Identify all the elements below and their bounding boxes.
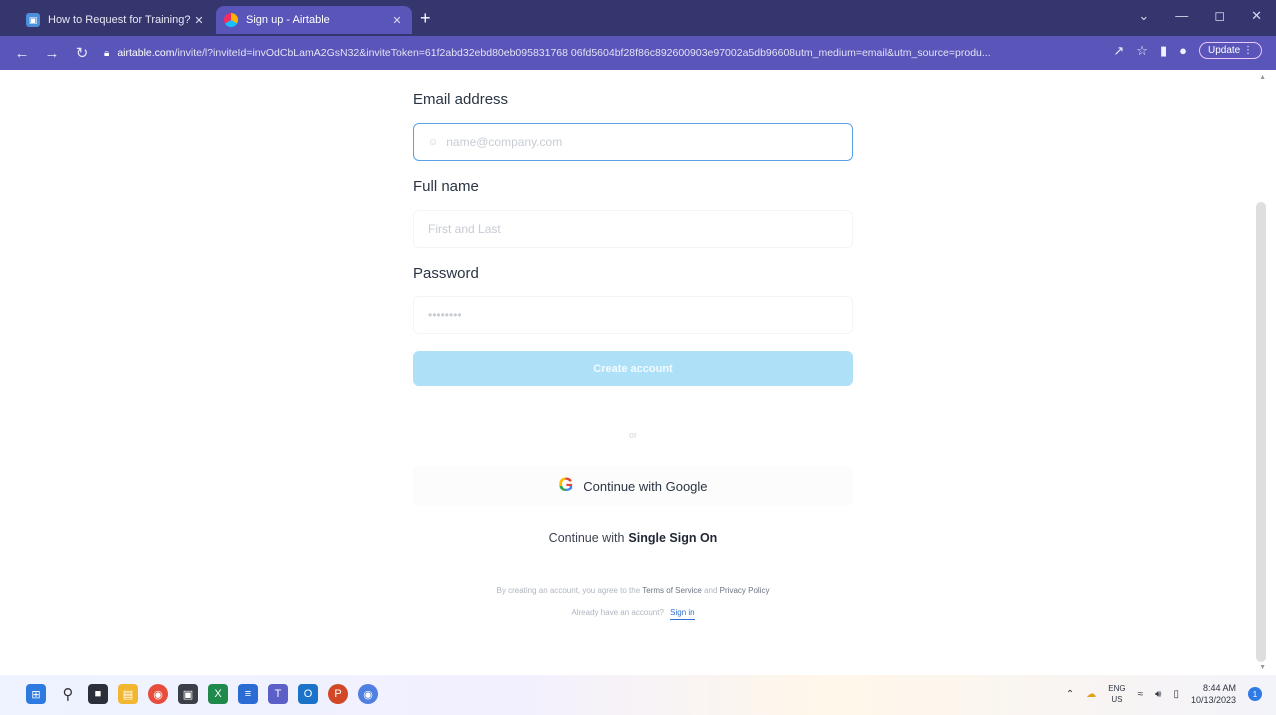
terms-of-service-link[interactable]: Terms of Service [642, 586, 702, 595]
close-icon[interactable]: ✕ [192, 14, 206, 27]
scroll-up-icon[interactable]: ▲ [1259, 74, 1266, 81]
window-controls: ⌄ — ◻ ✕ [1138, 8, 1262, 24]
lock-icon[interactable]: 🔒︎ [104, 48, 109, 59]
share-icon[interactable]: ↗ [1113, 43, 1124, 59]
signup-page: ▲ ▼ Email address ☺ name@company.com Ful… [0, 70, 1276, 675]
email-placeholder: name@company.com [446, 135, 563, 149]
chevron-up-icon[interactable]: ⌃ [1066, 689, 1074, 700]
clock-time: 8:44 AM [1202, 683, 1236, 693]
page-favicon-icon: ▣ [26, 13, 40, 27]
battery-icon[interactable]: ▯ [1173, 689, 1179, 700]
lang-bottom: US [1111, 695, 1123, 704]
task-view-icon[interactable]: ■ [88, 684, 108, 704]
privacy-policy-link[interactable]: Privacy Policy [720, 586, 770, 595]
close-icon[interactable]: ✕ [390, 14, 404, 27]
legal-notice: By creating an account, you agree to the… [413, 586, 853, 595]
outlook-icon[interactable]: O [298, 684, 318, 704]
back-icon[interactable]: ← [14, 45, 30, 62]
clock[interactable]: 8:44 AM 10/13/2023 [1191, 682, 1236, 706]
continue-with-google-button[interactable]: G Continue with Google [413, 466, 853, 506]
scrollbar-thumb[interactable] [1256, 202, 1266, 662]
search-icon[interactable]: ⚲ [58, 684, 78, 704]
teams-icon[interactable]: T [268, 684, 288, 704]
already-have-account: Already have an account? Sign in [413, 608, 853, 620]
legal-text: By creating an account, you agree to the [496, 586, 641, 595]
system-tray: ⌃ ☁ ENG US ≈ 🔊︎ ▯ 8:44 AM 10/13/2023 1 [1066, 682, 1262, 706]
create-account-button[interactable]: Create account [413, 351, 853, 386]
chrome-profile-icon[interactable]: ◉ [358, 684, 378, 704]
or-divider: or [628, 430, 637, 440]
start-menu-icon[interactable]: ⊞ [26, 684, 46, 704]
tab-sign-up-airtable[interactable]: Sign up - Airtable ✕ [216, 6, 412, 34]
tab-title: Sign up - Airtable [246, 14, 330, 26]
language-indicator[interactable]: ENG US [1108, 683, 1125, 705]
single-sign-on-button[interactable]: Continue with Single Sign On [413, 521, 853, 555]
google-icon: G [558, 475, 574, 496]
windows-taskbar: ⊞ ⚲ ■ ▤ ◉ ▣ X ≡ T O P ◉ ⌃ ☁ ENG US ≈ 🔊︎ … [0, 675, 1276, 715]
file-explorer-icon[interactable]: ▤ [118, 684, 138, 704]
sso-prefix: Continue with [548, 531, 625, 545]
airtable-logo-icon [224, 13, 238, 27]
word-icon[interactable]: ≡ [238, 684, 258, 704]
scroll-down-icon[interactable]: ▼ [1259, 664, 1266, 671]
sso-label: Single Sign On [628, 531, 718, 545]
notification-badge[interactable]: 1 [1248, 687, 1262, 701]
url-host: airtable.com [117, 47, 175, 59]
chrome-icon[interactable]: ◉ [148, 684, 168, 704]
full-name-placeholder: First and Last [428, 222, 501, 236]
new-tab-icon[interactable]: + [420, 9, 431, 27]
bookmark-star-icon[interactable]: ☆ [1136, 43, 1148, 59]
google-button-label: Continue with Google [583, 478, 708, 494]
side-panel-icon[interactable]: ▮ [1160, 43, 1167, 59]
sign-in-link[interactable]: Sign in [670, 608, 695, 620]
excel-icon[interactable]: X [208, 684, 228, 704]
volume-icon[interactable]: 🔊︎ [1155, 689, 1161, 700]
powerpoint-icon[interactable]: P [328, 684, 348, 704]
toolbar-icons: ↗ ☆ ▮ ● Update ⋮ [1113, 42, 1262, 59]
lang-top: ENG [1108, 684, 1126, 693]
clock-date: 10/13/2023 [1190, 695, 1236, 705]
legal-and-text: and [704, 586, 718, 595]
close-window-icon[interactable]: ✕ [1251, 8, 1262, 24]
chevron-down-icon[interactable]: ⌄ [1138, 8, 1149, 24]
email-field[interactable]: ☺ name@company.com [413, 123, 853, 161]
forward-icon[interactable]: → [44, 45, 60, 62]
user-icon: ☺ [428, 136, 439, 148]
weather-icon[interactable]: ☁ [1086, 689, 1096, 700]
password-placeholder: •••••••• [428, 308, 462, 322]
full-name-field[interactable]: First and Last [413, 210, 853, 248]
url-path: /invite/l?inviteId=invOdCbLamA2GsN32&inv… [174, 47, 991, 59]
address-bar[interactable]: 🔒︎ airtable.com /invite/l?inviteId=invOd… [104, 41, 1104, 65]
restore-icon[interactable]: ◻ [1214, 8, 1225, 24]
password-label: Password [413, 265, 479, 282]
sticky-notes-icon[interactable]: ▣ [178, 684, 198, 704]
browser-tab-strip: ▣ How to Request for Training? | ✕ Sign … [0, 0, 1276, 36]
wifi-icon[interactable]: ≈ [1138, 689, 1144, 700]
email-label: Email address [413, 91, 509, 108]
minimize-icon[interactable]: — [1175, 8, 1188, 24]
update-button[interactable]: Update ⋮ [1198, 42, 1262, 59]
tab-request-training[interactable]: ▣ How to Request for Training? | ✕ [18, 6, 214, 34]
password-field[interactable]: •••••••• [413, 296, 853, 334]
reload-icon[interactable]: ↻ [74, 44, 90, 62]
tab-title: How to Request for Training? | [48, 14, 192, 26]
have-account-text: Already have an account? [571, 608, 664, 617]
full-name-label: Full name [413, 178, 479, 195]
browser-toolbar: ← → ↻ 🔒︎ airtable.com /invite/l?inviteId… [0, 36, 1276, 70]
profile-icon[interactable]: ● [1179, 43, 1187, 58]
